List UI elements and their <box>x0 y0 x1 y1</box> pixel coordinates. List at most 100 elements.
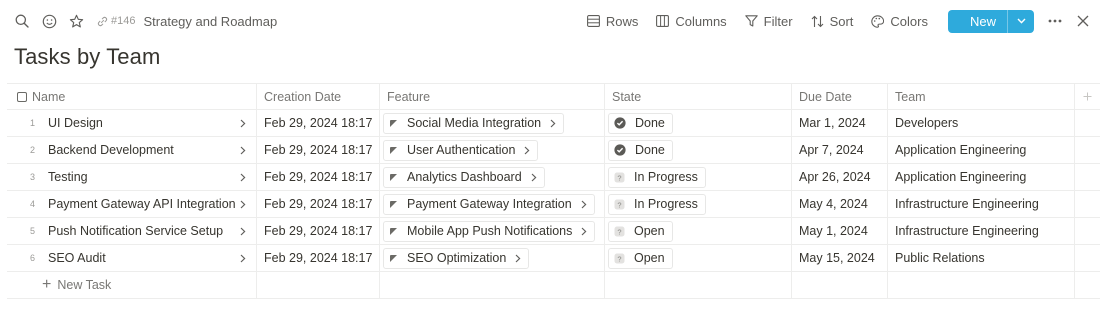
chevron-right-icon[interactable] <box>550 119 556 128</box>
chevron-right-icon[interactable] <box>240 164 246 190</box>
feature-chip[interactable]: User Authentication <box>383 139 539 161</box>
chevron-right-icon[interactable] <box>240 245 246 271</box>
drag-handle-icon[interactable]: ⋮ <box>7 253 10 263</box>
name-cell[interactable]: ⋮ 3 Testing <box>7 164 257 190</box>
table-row[interactable]: ⋮ 3 Testing Feb 29, 2024 18:17 Analytics Das… <box>7 164 1100 191</box>
feature-cell[interactable]: Mobile App Push Notifications <box>380 218 605 244</box>
filter-button[interactable]: Filter <box>744 9 793 33</box>
state-cell[interactable]: Done <box>605 110 792 136</box>
chevron-right-icon[interactable] <box>240 110 246 136</box>
state-cell[interactable]: ? In Progress <box>605 164 792 190</box>
name-cell[interactable]: ⋮ 5 Push Notification Service Setup <box>7 218 257 244</box>
task-name[interactable]: SEO Audit <box>48 251 106 265</box>
due-date-cell[interactable]: Apr 7, 2024 <box>792 137 888 163</box>
smiley-icon[interactable] <box>39 11 59 31</box>
columns-button[interactable]: Columns <box>656 9 727 33</box>
state-cell[interactable]: ? Open <box>605 218 792 244</box>
task-name[interactable]: Push Notification Service Setup <box>48 224 223 238</box>
state-chip[interactable]: ? In Progress <box>608 193 706 215</box>
chevron-right-icon[interactable] <box>240 137 246 163</box>
name-cell[interactable]: ⋮ 6 SEO Audit <box>7 245 257 271</box>
chevron-right-icon[interactable] <box>515 254 521 263</box>
state-chip[interactable]: ? Open <box>608 220 673 242</box>
name-cell[interactable]: ⋮ 1 UI Design <box>7 110 257 136</box>
team-cell[interactable]: Infrastructure Engineering <box>888 191 1075 217</box>
chevron-right-icon[interactable] <box>240 218 246 244</box>
feature-cell[interactable]: Analytics Dashboard <box>380 164 605 190</box>
colors-button[interactable]: Colors <box>871 9 928 33</box>
due-date-cell[interactable]: May 4, 2024 <box>792 191 888 217</box>
team-cell[interactable]: Infrastructure Engineering <box>888 218 1075 244</box>
name-cell[interactable]: ⋮ 4 Payment Gateway API Integration <box>7 191 257 217</box>
select-all-checkbox[interactable] <box>17 91 27 102</box>
feature-cell[interactable]: Social Media Integration <box>380 110 605 136</box>
due-date-cell[interactable]: Mar 1, 2024 <box>792 110 888 136</box>
more-options-icon[interactable] <box>1046 19 1064 23</box>
drag-handle-icon[interactable]: ⋮ <box>7 199 10 209</box>
task-name[interactable]: UI Design <box>48 116 103 130</box>
state-chip[interactable]: ? In Progress <box>608 166 706 188</box>
column-header-team[interactable]: Team <box>888 84 1075 109</box>
column-header-state[interactable]: State <box>605 84 792 109</box>
new-button[interactable]: New <box>947 9 1034 33</box>
table-row[interactable]: ⋮ 1 UI Design Feb 29, 2024 18:17 Social Medi… <box>7 110 1100 137</box>
column-header-feature[interactable]: Feature <box>380 84 605 109</box>
drag-handle-icon[interactable]: ⋮ <box>7 145 10 155</box>
feature-chip[interactable]: Analytics Dashboard <box>383 166 545 188</box>
drag-handle-icon[interactable]: ⋮ <box>7 118 10 128</box>
feature-chip[interactable]: Mobile App Push Notifications <box>383 220 596 242</box>
team-cell[interactable]: Application Engineering <box>888 137 1075 163</box>
empty-cell <box>888 272 1075 298</box>
toolbar-right: Rows Columns Filter Sort Colors New <box>569 9 1092 33</box>
team-cell[interactable]: Application Engineering <box>888 164 1075 190</box>
table-row[interactable]: ⋮ 5 Push Notification Service Setup Feb 29,… <box>7 218 1100 245</box>
feature-chip[interactable]: SEO Optimization <box>383 247 530 269</box>
star-icon[interactable] <box>66 11 86 31</box>
close-icon[interactable] <box>1074 15 1092 27</box>
add-column-button[interactable] <box>1075 84 1100 109</box>
feature-chip[interactable]: Payment Gateway Integration <box>383 193 595 215</box>
toolbar-left: #146 Strategy and Roadmap <box>12 11 277 31</box>
chevron-down-icon[interactable] <box>1007 9 1034 33</box>
feature-cell[interactable]: SEO Optimization <box>380 245 605 271</box>
drag-handle-icon[interactable]: ⋮ <box>7 172 10 182</box>
team-cell[interactable]: Public Relations <box>888 245 1075 271</box>
task-name[interactable]: Testing <box>48 170 88 184</box>
team-cell[interactable]: Developers <box>888 110 1075 136</box>
chevron-right-icon[interactable] <box>581 200 587 209</box>
table-row[interactable]: ⋮ 4 Payment Gateway API Integration Feb 29,… <box>7 191 1100 218</box>
state-cell[interactable]: Done <box>605 137 792 163</box>
state-chip[interactable]: Done <box>608 139 673 161</box>
state-cell[interactable]: ? Open <box>605 245 792 271</box>
chevron-right-icon[interactable] <box>531 173 537 182</box>
column-header-due-date[interactable]: Due Date <box>792 84 888 109</box>
state-cell[interactable]: ? In Progress <box>605 191 792 217</box>
task-name[interactable]: Backend Development <box>48 143 174 157</box>
due-date: May 15, 2024 <box>799 251 875 265</box>
due-date-cell[interactable]: Apr 26, 2024 <box>792 164 888 190</box>
drag-handle-icon[interactable]: ⋮ <box>7 226 10 236</box>
chevron-right-icon[interactable] <box>240 191 246 217</box>
feature-cell[interactable]: Payment Gateway Integration <box>380 191 605 217</box>
feature-chip[interactable]: Social Media Integration <box>383 112 565 134</box>
column-header-creation-date[interactable]: Creation Date <box>257 84 380 109</box>
table-row[interactable]: ⋮ 6 SEO Audit Feb 29, 2024 18:17 SEO Optimiz… <box>7 245 1100 272</box>
search-icon[interactable] <box>12 11 32 31</box>
due-date-cell[interactable]: May 1, 2024 <box>792 218 888 244</box>
chevron-right-icon[interactable] <box>581 227 587 236</box>
breadcrumb-title[interactable]: Strategy and Roadmap <box>143 14 277 29</box>
task-name[interactable]: Payment Gateway API Integration <box>48 197 236 211</box>
state-chip[interactable]: ? Open <box>608 247 673 269</box>
feature-cell[interactable]: User Authentication <box>380 137 605 163</box>
state-chip[interactable]: Done <box>608 112 673 134</box>
due-date-cell[interactable]: May 15, 2024 <box>792 245 888 271</box>
sort-button[interactable]: Sort <box>811 9 853 33</box>
rows-button[interactable]: Rows <box>586 9 638 33</box>
table-row[interactable]: ⋮ 2 Backend Development Feb 29, 2024 18:17 U… <box>7 137 1100 164</box>
new-task-button[interactable]: + New Task <box>7 272 257 298</box>
new-button-label[interactable]: New <box>948 10 1007 33</box>
column-header-name[interactable]: Name <box>7 84 257 109</box>
chevron-right-icon[interactable] <box>524 146 530 155</box>
name-cell[interactable]: ⋮ 2 Backend Development <box>7 137 257 163</box>
page-title: Tasks by Team <box>14 44 161 69</box>
